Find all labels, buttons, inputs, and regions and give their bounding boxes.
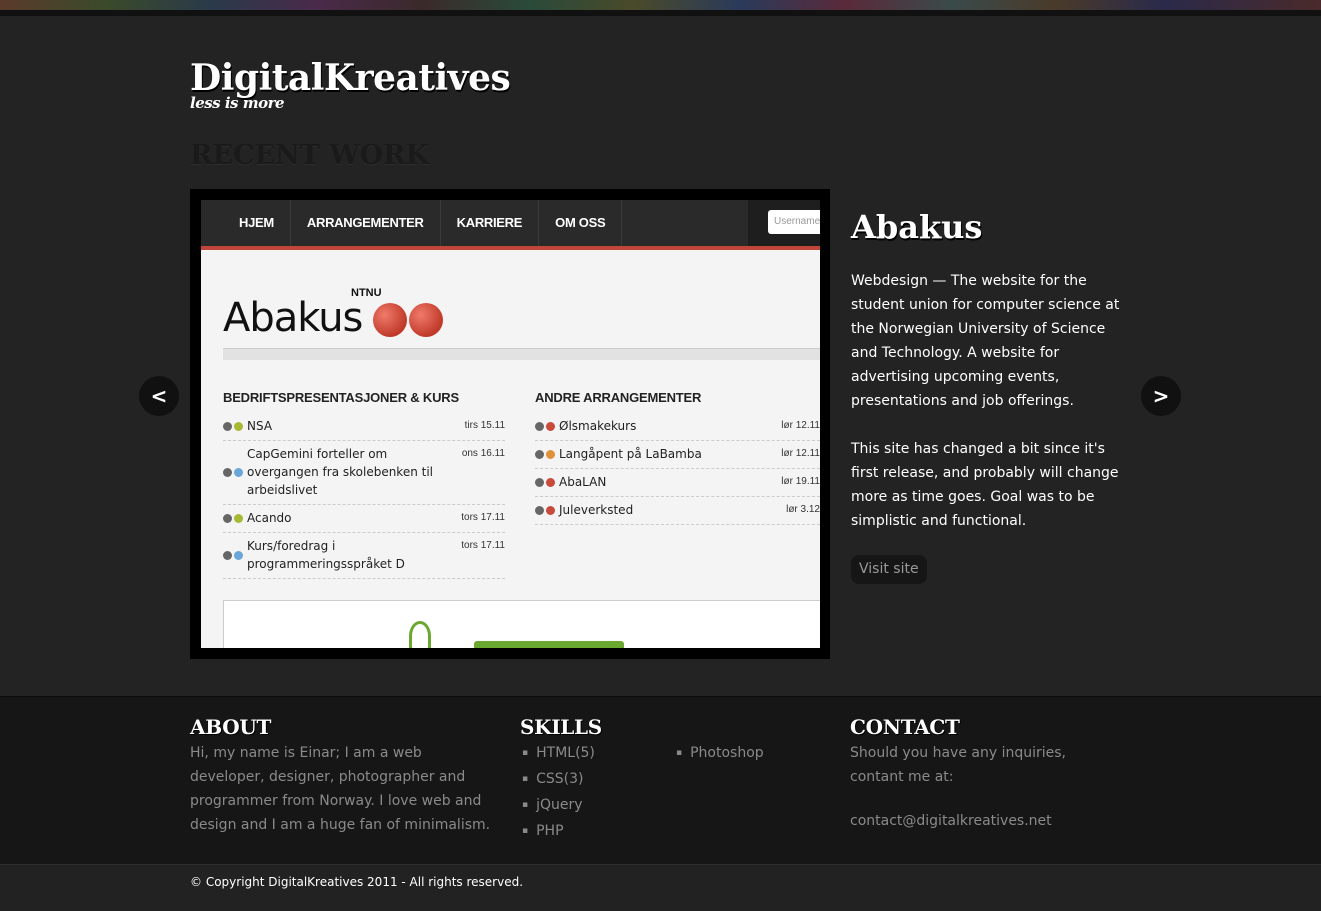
list-item: AbaLAN lør 19.11 — [535, 469, 820, 497]
screenshot-nav-om-oss: OM OSS — [539, 200, 623, 246]
top-color-strip — [0, 0, 1321, 10]
list-item: Ølsmakekurs lør 12.11 — [535, 413, 820, 441]
screenshot-column-presentations: BEDRIFTSPRESENTASJONER & KURS NSA tirs 1… — [223, 390, 505, 579]
project-title: Abakus — [851, 208, 983, 246]
screenshot-brand-ntnu: NTNU — [351, 287, 382, 299]
screenshot-nav-arrangementer: ARRANGEMENTER — [291, 200, 441, 246]
screenshot-column-heading: ANDRE ARRANGEMENTER — [535, 390, 702, 405]
screenshot-sponsor-banner — [223, 600, 820, 648]
event-date: lør 12.11 — [781, 448, 820, 459]
event-date: tors 17.11 — [461, 540, 505, 551]
project-description-paragraph: Webdesign — The website for the student … — [851, 273, 1120, 409]
list-item: Acando tors 17.11 — [223, 505, 505, 533]
contact-text: Should you have any inquiries, contant m… — [850, 745, 1067, 785]
event-title: Langåpent på LaBamba — [559, 447, 702, 461]
screenshot-brand-name: Abakus — [223, 295, 363, 341]
event-date: tors 17.11 — [461, 512, 505, 523]
next-arrow-button[interactable]: > — [1141, 376, 1181, 416]
screenshot-nav-hjem: HJEM — [223, 200, 291, 246]
visit-site-button[interactable]: Visit site — [851, 555, 927, 584]
list-item: CapGemini forteller om overgangen fra sk… — [223, 441, 505, 505]
list-item: Juleverksted lør 3.12 — [535, 497, 820, 525]
screenshot-username-field: Username — [768, 210, 820, 234]
event-date: lør 12.11 — [781, 420, 820, 431]
event-date: lør 3.12 — [786, 504, 820, 515]
contact-email-link[interactable]: contact@digitalkreatives.net — [850, 813, 1110, 829]
project-description: Webdesign — The website for the student … — [851, 269, 1136, 533]
skill-item: CSS(3) — [520, 767, 674, 793]
skills-column: HTML(5) CSS(3) jQuery PHP — [520, 741, 674, 845]
skills-list: HTML(5) CSS(3) jQuery PHP Photoshop — [520, 741, 840, 845]
skill-item: jQuery — [520, 793, 674, 819]
skills-column: Photoshop — [674, 741, 828, 845]
screenshot-nav-karriere: KARRIERE — [441, 200, 540, 246]
event-title: AbaLAN — [559, 475, 607, 489]
chevron-right-icon: > — [1152, 384, 1170, 408]
event-title: NSA — [247, 419, 273, 433]
event-title: Juleverksted — [559, 503, 634, 517]
footer: ABOUT Hi, my name is Einar; I am a web d… — [0, 696, 1321, 864]
list-item: Langåpent på LaBamba lør 12.11 — [535, 441, 820, 469]
skills-heading: SKILLS — [520, 715, 602, 739]
sponsor-logo-icon — [409, 621, 431, 648]
list-item: Kurs/foredrag i programmeringsspråket D … — [223, 533, 505, 579]
event-date: lør 19.11 — [781, 476, 820, 487]
screenshot-nav: HJEM ARRANGEMENTER KARRIERE OM OSS Usern… — [201, 200, 820, 246]
event-date: ons 16.11 — [461, 448, 505, 459]
event-title: CapGemini forteller om overgangen fra sk… — [247, 447, 434, 497]
skill-item: PHP — [520, 819, 674, 845]
event-date: tirs 15.11 — [464, 420, 505, 431]
screenshot-divider — [223, 348, 820, 360]
screenshot-column-heading: BEDRIFTSPRESENTASJONER & KURS — [223, 390, 459, 405]
contact-heading: CONTACT — [850, 715, 960, 739]
copyright-text: © Copyright DigitalKreatives 2011 - All … — [190, 875, 524, 889]
screenshot-accent-line — [201, 246, 820, 250]
chevron-left-icon: < — [150, 384, 168, 408]
abakus-ball-icon — [409, 303, 443, 337]
about-text: Hi, my name is Einar; I am a web develop… — [190, 745, 491, 833]
sponsor-logo-text — [474, 641, 624, 648]
site-logo[interactable]: DigitalKreatives less is more — [190, 58, 511, 112]
skill-item: HTML(5) — [520, 741, 674, 767]
project-screenshot: HJEM ARRANGEMENTER KARRIERE OM OSS Usern… — [201, 200, 820, 648]
footer-skills: SKILLS HTML(5) CSS(3) jQuery PHP Photosh… — [520, 715, 840, 845]
screenshot-brand: Abakus NTNU — [223, 287, 443, 341]
event-title: Acando — [247, 511, 292, 525]
screenshot-column-events: ANDRE ARRANGEMENTER Ølsmakekurs lør 12.1… — [535, 390, 820, 525]
event-title: Ølsmakekurs — [559, 419, 637, 433]
abakus-ball-icon — [373, 303, 407, 337]
recent-work-heading: RECENT WORK — [190, 140, 430, 171]
previous-arrow-button[interactable]: < — [139, 376, 179, 416]
list-item: NSA tirs 15.11 — [223, 413, 505, 441]
footer-contact: CONTACT Should you have any inquiries, c… — [850, 715, 1110, 829]
top-strip-shadow — [0, 10, 1321, 16]
project-screenshot-frame[interactable]: HJEM ARRANGEMENTER KARRIERE OM OSS Usern… — [190, 189, 830, 659]
copyright-bar: © Copyright DigitalKreatives 2011 - All … — [0, 864, 1321, 911]
skill-item: Photoshop — [674, 741, 828, 767]
footer-about: ABOUT Hi, my name is Einar; I am a web d… — [190, 715, 500, 837]
about-heading: ABOUT — [190, 715, 272, 739]
site-title[interactable]: DigitalKreatives — [190, 58, 511, 98]
project-description-paragraph: This site has changed a bit since it's f… — [851, 441, 1119, 529]
event-title: Kurs/foredrag i programmeringsspråket D — [247, 539, 405, 571]
